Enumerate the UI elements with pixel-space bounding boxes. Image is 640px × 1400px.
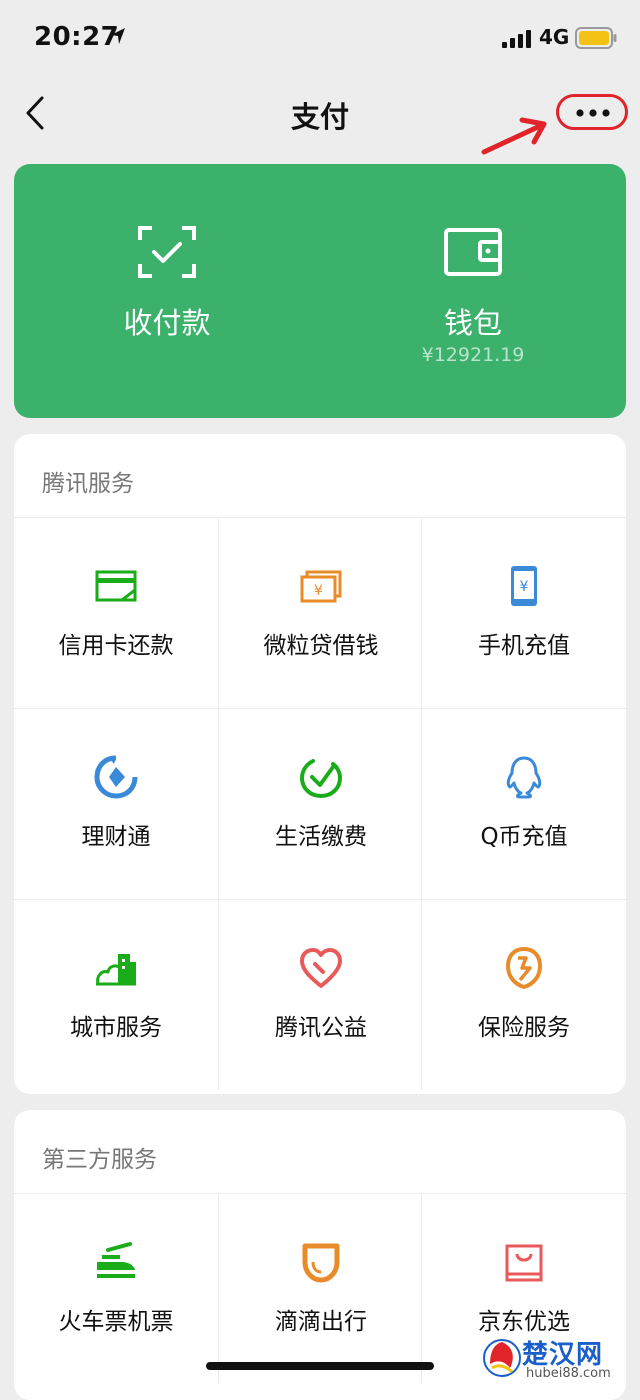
qq-icon	[506, 756, 542, 799]
service-train-flight[interactable]: 火车票机票	[14, 1193, 218, 1384]
service-phone-topup[interactable]: ¥ 手机充值	[422, 517, 626, 708]
svg-text:¥: ¥	[314, 583, 323, 599]
watermark-logo-icon	[483, 1339, 521, 1377]
service-utility[interactable]: 生活缴费	[218, 708, 422, 899]
location-arrow-icon	[111, 28, 125, 44]
watermark: 楚汉网 hubei88.com	[478, 1332, 638, 1384]
service-wealth[interactable]: 理财通	[14, 708, 218, 899]
service-credit-card[interactable]: 信用卡还款	[14, 517, 218, 708]
wealth-icon	[94, 755, 138, 799]
utility-icon	[299, 759, 343, 799]
phone-topup-icon: ¥	[511, 566, 537, 606]
service-didi[interactable]: 滴滴出行	[218, 1193, 422, 1384]
service-label: 信用卡还款	[58, 633, 174, 659]
service-label: 京东优选	[478, 1309, 570, 1335]
service-loan[interactable]: ¥ 微粒贷借钱	[218, 517, 422, 708]
service-label: 理财通	[81, 824, 151, 850]
pay-card: 收付款 钱包 ¥12921.19	[14, 164, 626, 418]
credit-card-icon	[95, 570, 137, 602]
service-label: 城市服务	[70, 1015, 162, 1041]
section-title: 第三方服务	[42, 1147, 157, 1173]
tencent-services-panel: 腾讯服务 信用卡还款 ¥ 微粒贷借钱 ¥ 手机充值 理财通 生活缴费 Q币充值 …	[14, 434, 626, 1094]
service-label: 滴滴出行	[275, 1309, 367, 1335]
charity-icon	[300, 948, 342, 988]
battery-icon	[575, 27, 617, 49]
annotation-arrow-icon	[481, 117, 547, 155]
service-qcoin[interactable]: Q币充值	[422, 708, 626, 899]
train-icon	[97, 1242, 135, 1278]
annotation-highlight-circle	[556, 94, 628, 130]
didi-icon	[302, 1243, 340, 1283]
scan-check-icon	[138, 226, 196, 278]
city-icon	[96, 954, 136, 986]
service-label: 保险服务	[478, 1015, 570, 1041]
service-label: 腾讯公益	[275, 1015, 367, 1041]
wallet-balance: ¥12921.19	[421, 344, 525, 366]
network-type: 4G	[539, 25, 570, 49]
watermark-url: hubei88.com	[526, 1366, 611, 1381]
receive-pay-button[interactable]: 收付款	[14, 164, 320, 418]
wallet-button[interactable]: 钱包 ¥12921.19	[320, 164, 626, 418]
receive-pay-label: 收付款	[123, 306, 211, 340]
svg-text:¥: ¥	[520, 579, 529, 595]
service-label: 火车票机票	[58, 1309, 174, 1335]
wallet-label: 钱包	[443, 306, 502, 340]
service-charity[interactable]: 腾讯公益	[218, 899, 422, 1090]
service-label: 生活缴费	[275, 824, 367, 850]
service-label: 微粒贷借钱	[263, 633, 379, 659]
service-city[interactable]: 城市服务	[14, 899, 218, 1090]
home-indicator	[206, 1362, 434, 1370]
section-title: 腾讯服务	[42, 471, 134, 497]
cellular-signal-icon	[502, 30, 531, 48]
insurance-icon	[505, 946, 543, 990]
status-bar: 20:27 4G	[0, 0, 640, 80]
wallet-icon	[444, 228, 502, 276]
service-label: Q币充值	[480, 824, 568, 850]
service-insurance[interactable]: 保险服务	[422, 899, 626, 1090]
service-label: 手机充值	[478, 633, 570, 659]
status-time: 20:27	[34, 22, 120, 52]
loan-icon: ¥	[300, 570, 342, 603]
jd-bag-icon	[505, 1244, 543, 1282]
